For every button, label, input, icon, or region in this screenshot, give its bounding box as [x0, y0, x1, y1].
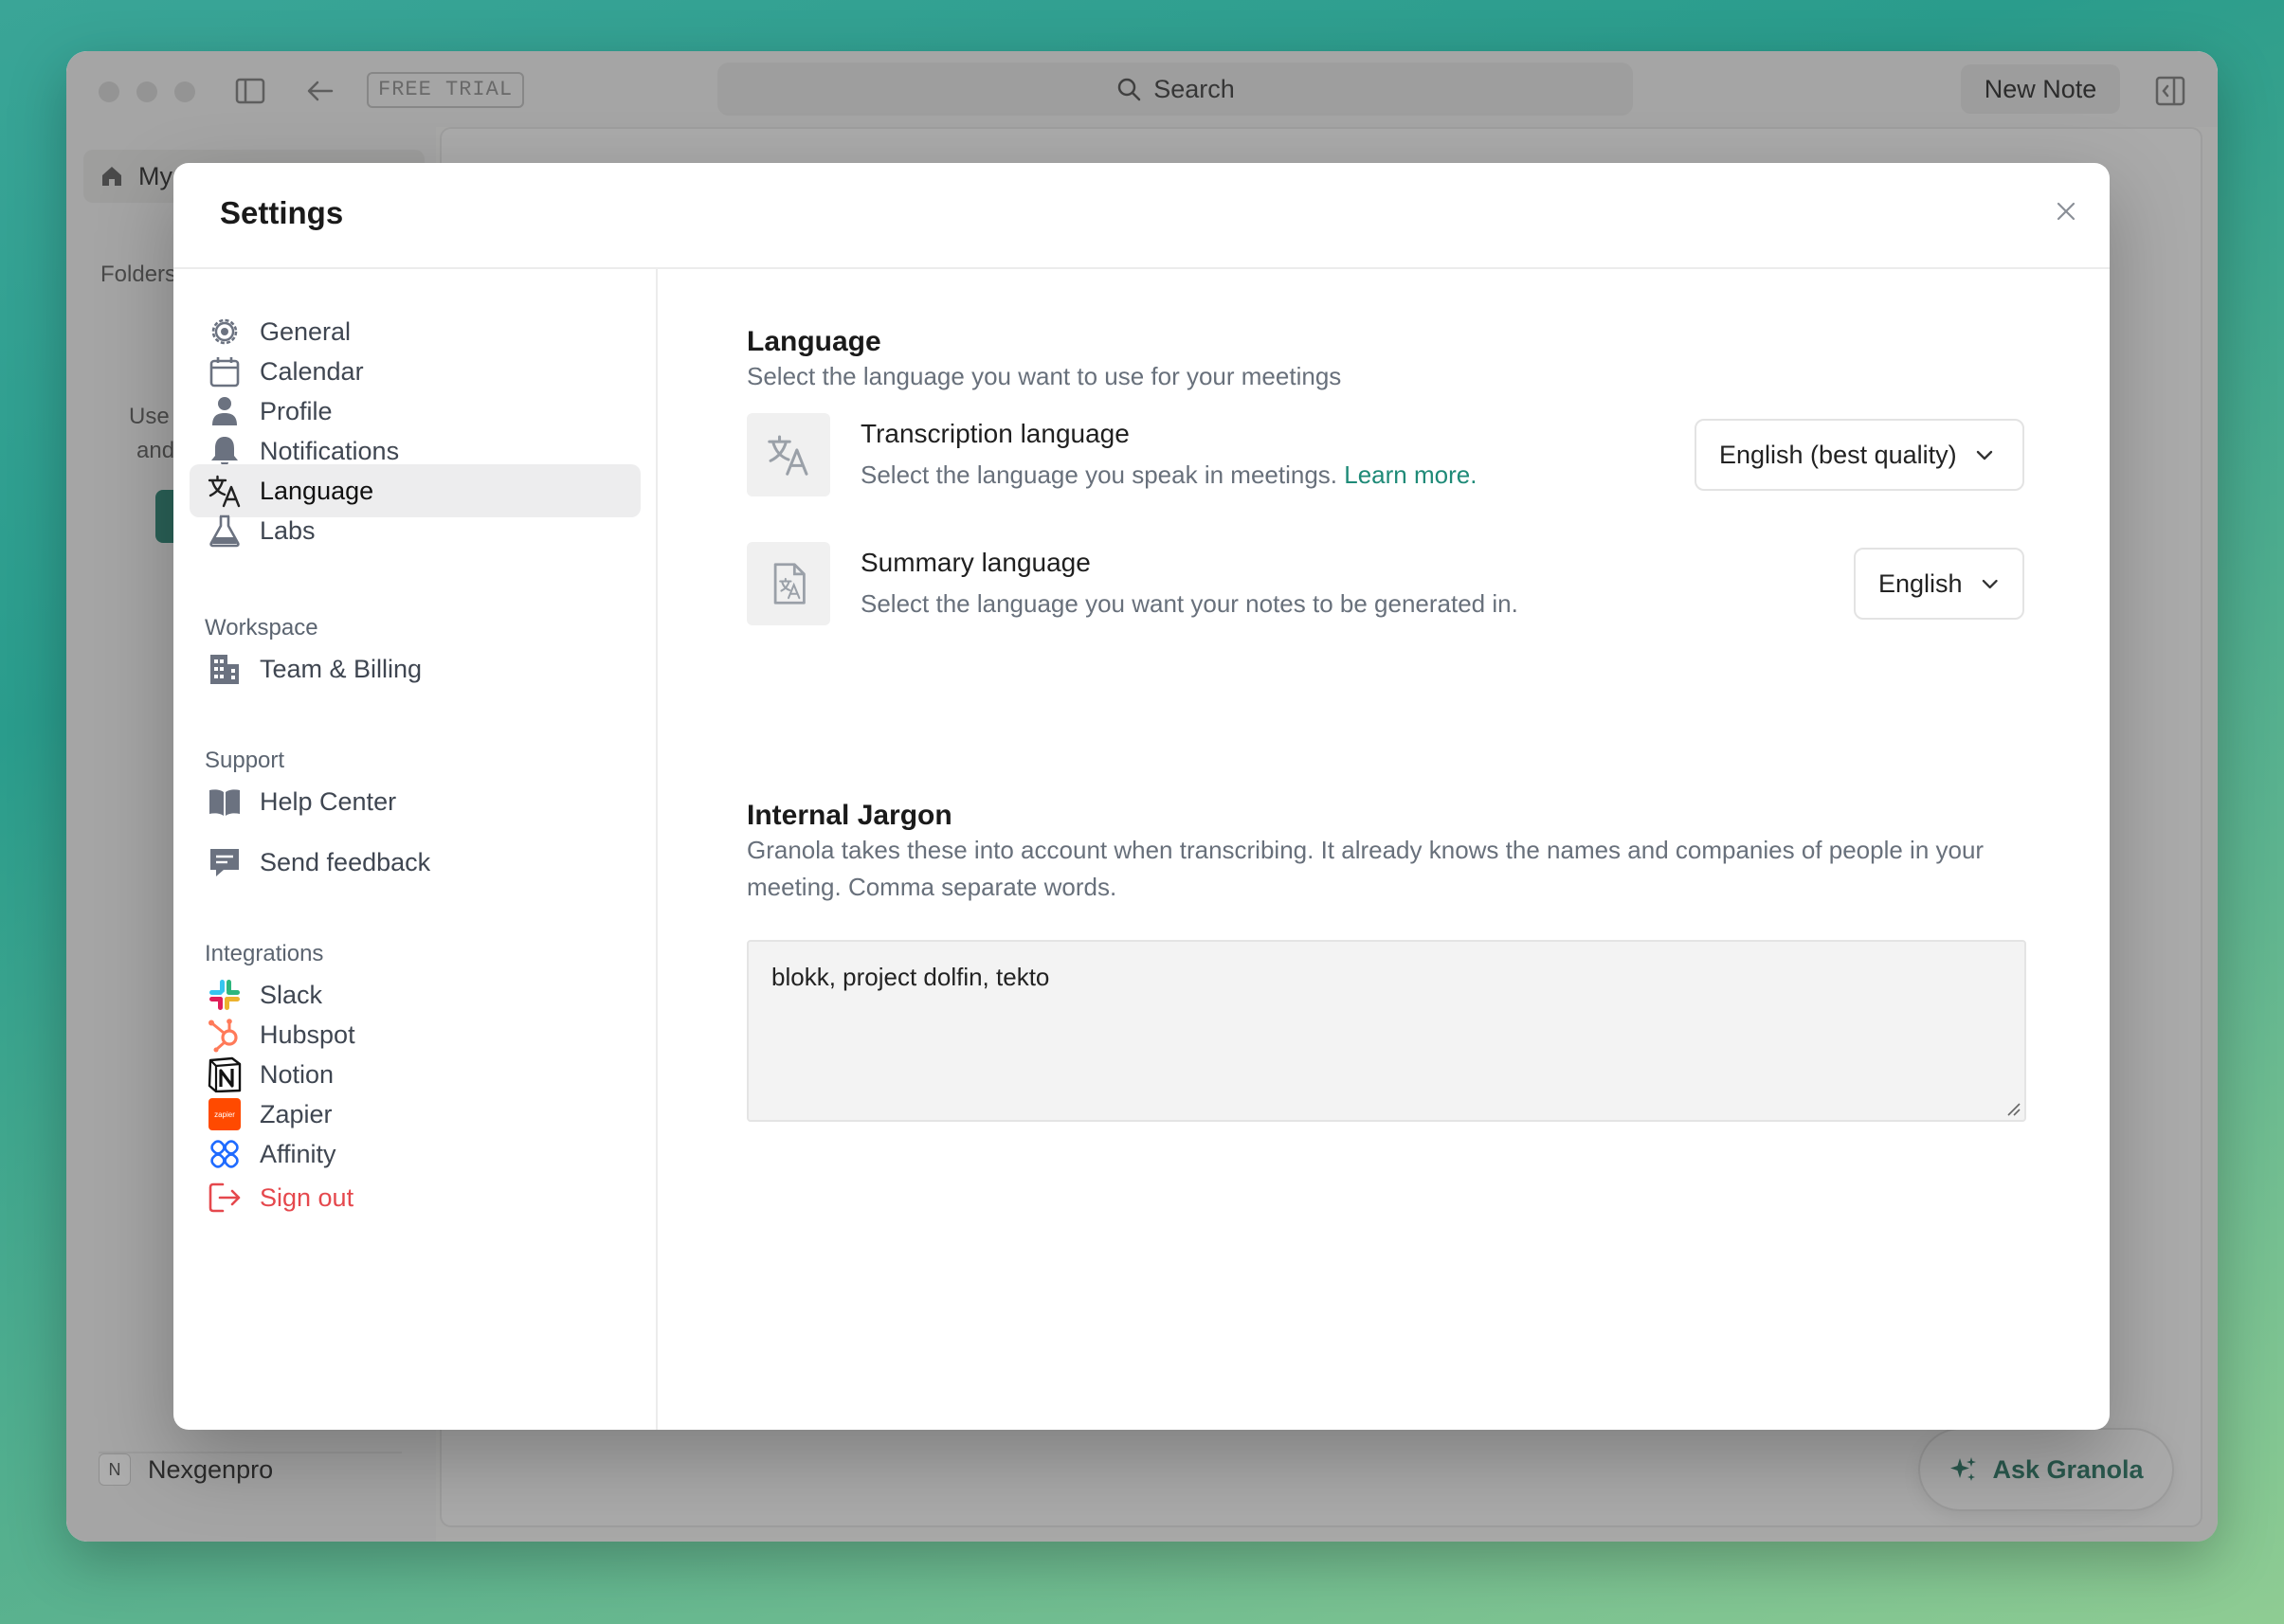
nav-label-notion: Notion: [260, 1059, 335, 1089]
close-icon[interactable]: [2050, 195, 2082, 227]
transcription-language-value: English (best quality): [1719, 440, 1957, 469]
nav-label-general: General: [260, 316, 352, 346]
nav-heading-support: Support: [205, 748, 285, 773]
settings-modal: Settings General Calendar Profile Notifi…: [173, 163, 2110, 1430]
flask-icon: [207, 513, 243, 549]
summary-language-description: Select the language you want your notes …: [861, 589, 1518, 618]
nav-label-slack: Slack: [260, 980, 323, 1009]
nav-label-team-billing: Team & Billing: [260, 654, 423, 683]
nav-heading-workspace: Workspace: [205, 615, 318, 641]
chevron-down-icon: [1976, 450, 1992, 460]
jargon-textarea[interactable]: blokk, project dolfin, tekto: [747, 940, 2026, 1122]
zapier-icon-text: zapier: [214, 1110, 235, 1119]
transcription-translate-icon: [747, 413, 830, 496]
jargon-section-description: Granola takes these into account when tr…: [747, 836, 1985, 901]
nav-label-calendar: Calendar: [260, 356, 364, 386]
nav-heading-integrations: Integrations: [205, 941, 324, 966]
transcription-description-text: Select the language you speak in meeting…: [861, 460, 1338, 489]
nav-item-sign-out[interactable]: Sign out: [190, 1171, 641, 1224]
summary-language-value: English: [1878, 568, 1963, 598]
summary-language-dropdown[interactable]: English: [1854, 548, 2024, 620]
summary-language-title: Summary language: [861, 548, 1091, 577]
resize-grip-icon[interactable]: [2005, 1101, 2021, 1116]
settings-title: Settings: [220, 195, 344, 230]
jargon-value: blokk, project dolfin, tekto: [771, 963, 1050, 991]
nav-item-send-feedback[interactable]: Send feedback: [190, 836, 641, 889]
jargon-section-title: Internal Jargon: [747, 800, 952, 831]
settings-nav: General Calendar Profile Notifications L…: [173, 269, 658, 1430]
sign-out-icon: [207, 1180, 243, 1216]
chat-icon: [207, 844, 243, 880]
language-section-description: Select the language you want to use for …: [747, 362, 1342, 390]
transcription-language-description: Select the language you speak in meeting…: [861, 460, 1477, 490]
nav-item-help-center[interactable]: Help Center: [190, 775, 641, 828]
nav-label-zapier: Zapier: [260, 1099, 333, 1128]
chevron-down-icon: [1982, 579, 1998, 589]
nav-label-affinity: Affinity: [260, 1139, 336, 1168]
nav-label-send-feedback: Send feedback: [260, 847, 431, 876]
building-icon: [207, 651, 243, 687]
nav-label-labs: Labs: [260, 515, 316, 545]
nav-item-labs[interactable]: Labs: [190, 504, 641, 557]
transcription-language-title: Transcription language: [861, 419, 1130, 448]
nav-label-language: Language: [260, 476, 374, 505]
transcription-language-dropdown[interactable]: English (best quality): [1695, 419, 2024, 491]
settings-header: Settings: [173, 163, 2110, 269]
affinity-icon: [207, 1136, 243, 1172]
learn-more-link[interactable]: Learn more.: [1344, 460, 1477, 489]
nav-label-profile: Profile: [260, 396, 333, 425]
nav-label-notifications: Notifications: [260, 436, 400, 465]
book-icon: [207, 784, 243, 820]
summary-document-icon: [747, 542, 830, 625]
nav-label-hubspot: Hubspot: [260, 1020, 355, 1049]
language-section-title: Language: [747, 326, 881, 357]
nav-label-help-center: Help Center: [260, 786, 397, 816]
nav-label-sign-out: Sign out: [260, 1182, 354, 1212]
nav-item-team-billing[interactable]: Team & Billing: [190, 642, 641, 695]
